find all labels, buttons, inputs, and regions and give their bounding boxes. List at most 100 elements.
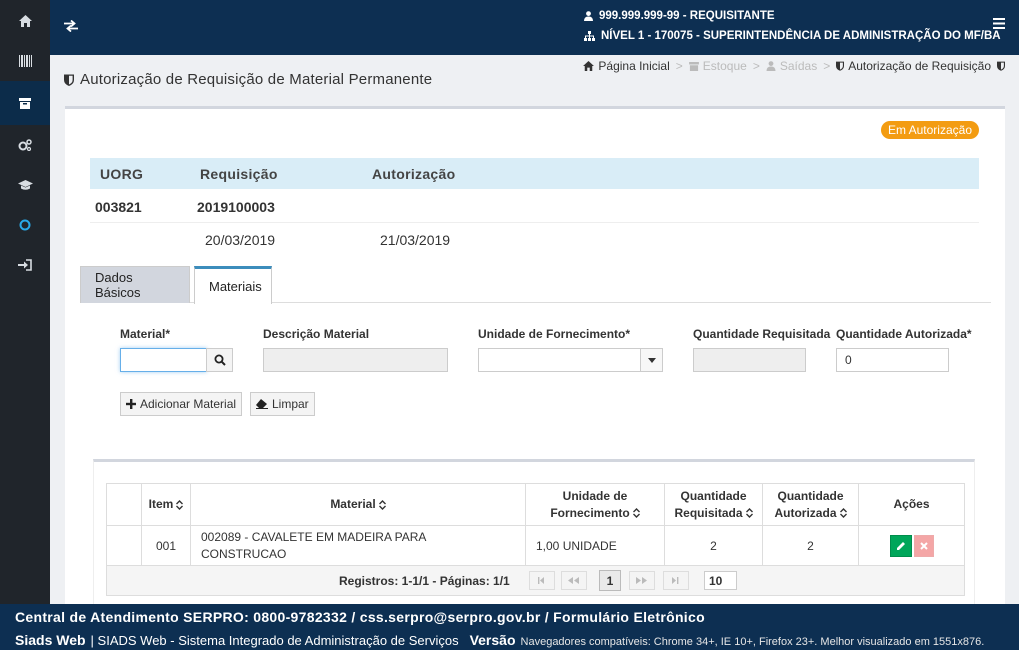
item-cell: 001	[141, 525, 191, 566]
next-page-button[interactable]	[629, 571, 655, 590]
actions-column-header: Ações	[858, 483, 965, 526]
uorg-header: UORG	[100, 166, 144, 182]
material-cell: 002089 - CAVALETE EM MADEIRA PARA CONSTRU…	[190, 525, 526, 566]
user-text: 999.999.999-99 - REQUISITANTE	[599, 10, 775, 22]
barcode-icon[interactable]	[0, 41, 50, 81]
footer-desc: | SIADS Web - Sistema Integrado de Admin…	[90, 633, 459, 648]
prev-page-icon	[568, 577, 579, 584]
table-row: 001 002089 - CAVALETE EM MADEIRA PARA CON…	[106, 525, 965, 566]
home-icon	[583, 61, 595, 71]
material-column-header[interactable]: Material	[190, 483, 526, 526]
qty-authorized-input[interactable]: 0	[836, 348, 949, 372]
breadcrumb-outputs[interactable]: Saídas	[766, 59, 817, 73]
sidebar	[0, 0, 50, 604]
first-page-icon	[537, 577, 544, 584]
material-input[interactable]	[120, 348, 207, 372]
delete-button[interactable]	[913, 534, 934, 557]
tab-bar: Dados Básicos Materiais	[80, 264, 991, 304]
search-icon	[214, 354, 226, 366]
item-column-header[interactable]: Item	[141, 483, 191, 526]
info-values: 003821 2019100003	[90, 191, 979, 223]
authorized-cell: 2	[762, 525, 859, 566]
requested-cell: 2	[664, 525, 763, 566]
circle-icon[interactable]	[0, 205, 50, 245]
pencil-icon	[896, 541, 905, 550]
breadcrumb: Página Inicial > Estoque > Saídas > Auto…	[583, 59, 1005, 73]
materials-table-box: Item Material Unidade de Fornecimento Qua…	[93, 459, 975, 607]
qty-requested-input[interactable]	[693, 348, 806, 372]
status-badge: Em Autorização	[880, 121, 979, 139]
graduation-cap-icon[interactable]	[0, 165, 50, 205]
requisition-date: 20/03/2019	[205, 232, 276, 248]
page-size-select[interactable]: 10	[704, 571, 737, 590]
org-info: NÍVEL 1 - 170075 - SUPERINTENDÊNCIA DE A…	[584, 30, 1001, 42]
sitemap-icon	[584, 31, 595, 41]
actions-cell	[858, 525, 965, 566]
authorization-date: 21/03/2019	[380, 232, 451, 248]
sort-icon	[745, 508, 753, 519]
authorized-column-header[interactable]: Quantidade Autorizada	[762, 483, 859, 526]
footer-info: Siads Web | SIADS Web - Sistema Integrad…	[15, 632, 984, 648]
qty-authorized-label: Quantidade Autorizada*	[836, 327, 972, 341]
breadcrumb-stock[interactable]: Estoque	[688, 59, 747, 73]
breadcrumb-current: Autorização de Requisição	[836, 59, 991, 73]
sort-icon	[632, 508, 640, 519]
qty-requested-label: Quantidade Requisitada	[693, 327, 831, 341]
footer: Central de Atendimento SERPRO: 0800-9782…	[0, 604, 1019, 650]
archive-icon	[688, 61, 699, 71]
pagination-bar: Registros: 1-1/1 - Páginas: 1/1 1 10	[106, 566, 965, 596]
row-checkbox-cell	[106, 525, 142, 566]
unit-cell: 1,00 UNIDADE	[525, 525, 665, 566]
gears-icon[interactable]	[0, 125, 50, 165]
first-page-button[interactable]	[529, 571, 555, 590]
clear-button[interactable]: Limpar	[250, 392, 315, 416]
plus-icon	[126, 399, 136, 409]
close-icon	[919, 541, 928, 550]
checkbox-column-header	[106, 483, 142, 526]
org-text: NÍVEL 1 - 170075 - SUPERINTENDÊNCIA DE A…	[601, 30, 1001, 42]
material-label: Material*	[120, 327, 171, 341]
pagination-info: Registros: 1-1/1 - Páginas: 1/1	[339, 574, 510, 588]
description-input[interactable]	[263, 348, 448, 372]
hamburger-menu-icon[interactable]	[993, 18, 1005, 32]
sign-in-icon[interactable]	[0, 245, 50, 285]
requisition-value: 2019100003	[197, 199, 275, 215]
tab-basic-data[interactable]: Dados Básicos	[80, 266, 190, 303]
users-icon	[766, 61, 776, 71]
user-info: 999.999.999-99 - REQUISITANTE	[584, 10, 775, 22]
info-header: UORG Requisição Autorização	[90, 158, 979, 189]
main-panel: Em Autorização UORG Requisição Autorizaç…	[65, 106, 1005, 607]
prev-page-button[interactable]	[561, 571, 587, 590]
footer-browsers: Navegadores compatíveis: Chrome 34+, IE …	[520, 636, 985, 648]
toggle-sidebar-icon[interactable]	[64, 14, 82, 38]
sort-icon	[839, 508, 847, 519]
shield-icon	[64, 74, 74, 86]
breadcrumb-extra-shield	[997, 61, 1005, 71]
breadcrumb-home[interactable]: Página Inicial	[583, 59, 670, 73]
top-header: 999.999.999-99 - REQUISITANTE NÍVEL 1 - …	[50, 0, 1019, 55]
footer-brand: Siads Web	[15, 632, 86, 648]
sort-icon	[176, 499, 184, 510]
description-label: Descrição Material	[263, 327, 370, 341]
tab-materials[interactable]: Materiais	[194, 266, 272, 304]
footer-version: Versão	[469, 632, 516, 648]
current-page[interactable]: 1	[599, 570, 621, 591]
archive-icon[interactable]	[0, 81, 50, 125]
user-icon	[584, 11, 593, 21]
page-title: Autorização de Requisição de Material Pe…	[64, 71, 432, 88]
unit-select[interactable]	[478, 348, 663, 372]
last-page-button[interactable]	[663, 571, 689, 590]
requisition-header: Requisição	[200, 166, 278, 182]
eraser-icon	[256, 399, 268, 409]
chevron-down-icon[interactable]	[640, 349, 662, 371]
last-page-icon	[671, 577, 678, 584]
unit-column-header[interactable]: Unidade de Fornecimento	[525, 483, 665, 526]
unit-label: Unidade de Fornecimento*	[478, 327, 631, 341]
add-material-button[interactable]: Adicionar Material	[120, 392, 243, 416]
authorization-header: Autorização	[372, 166, 456, 182]
materials-table: Item Material Unidade de Fornecimento Qua…	[106, 483, 965, 566]
requested-column-header[interactable]: Quantidade Requisitada	[664, 483, 763, 526]
home-icon[interactable]	[0, 1, 50, 41]
material-search-button[interactable]	[206, 348, 233, 372]
edit-button[interactable]	[889, 534, 912, 557]
